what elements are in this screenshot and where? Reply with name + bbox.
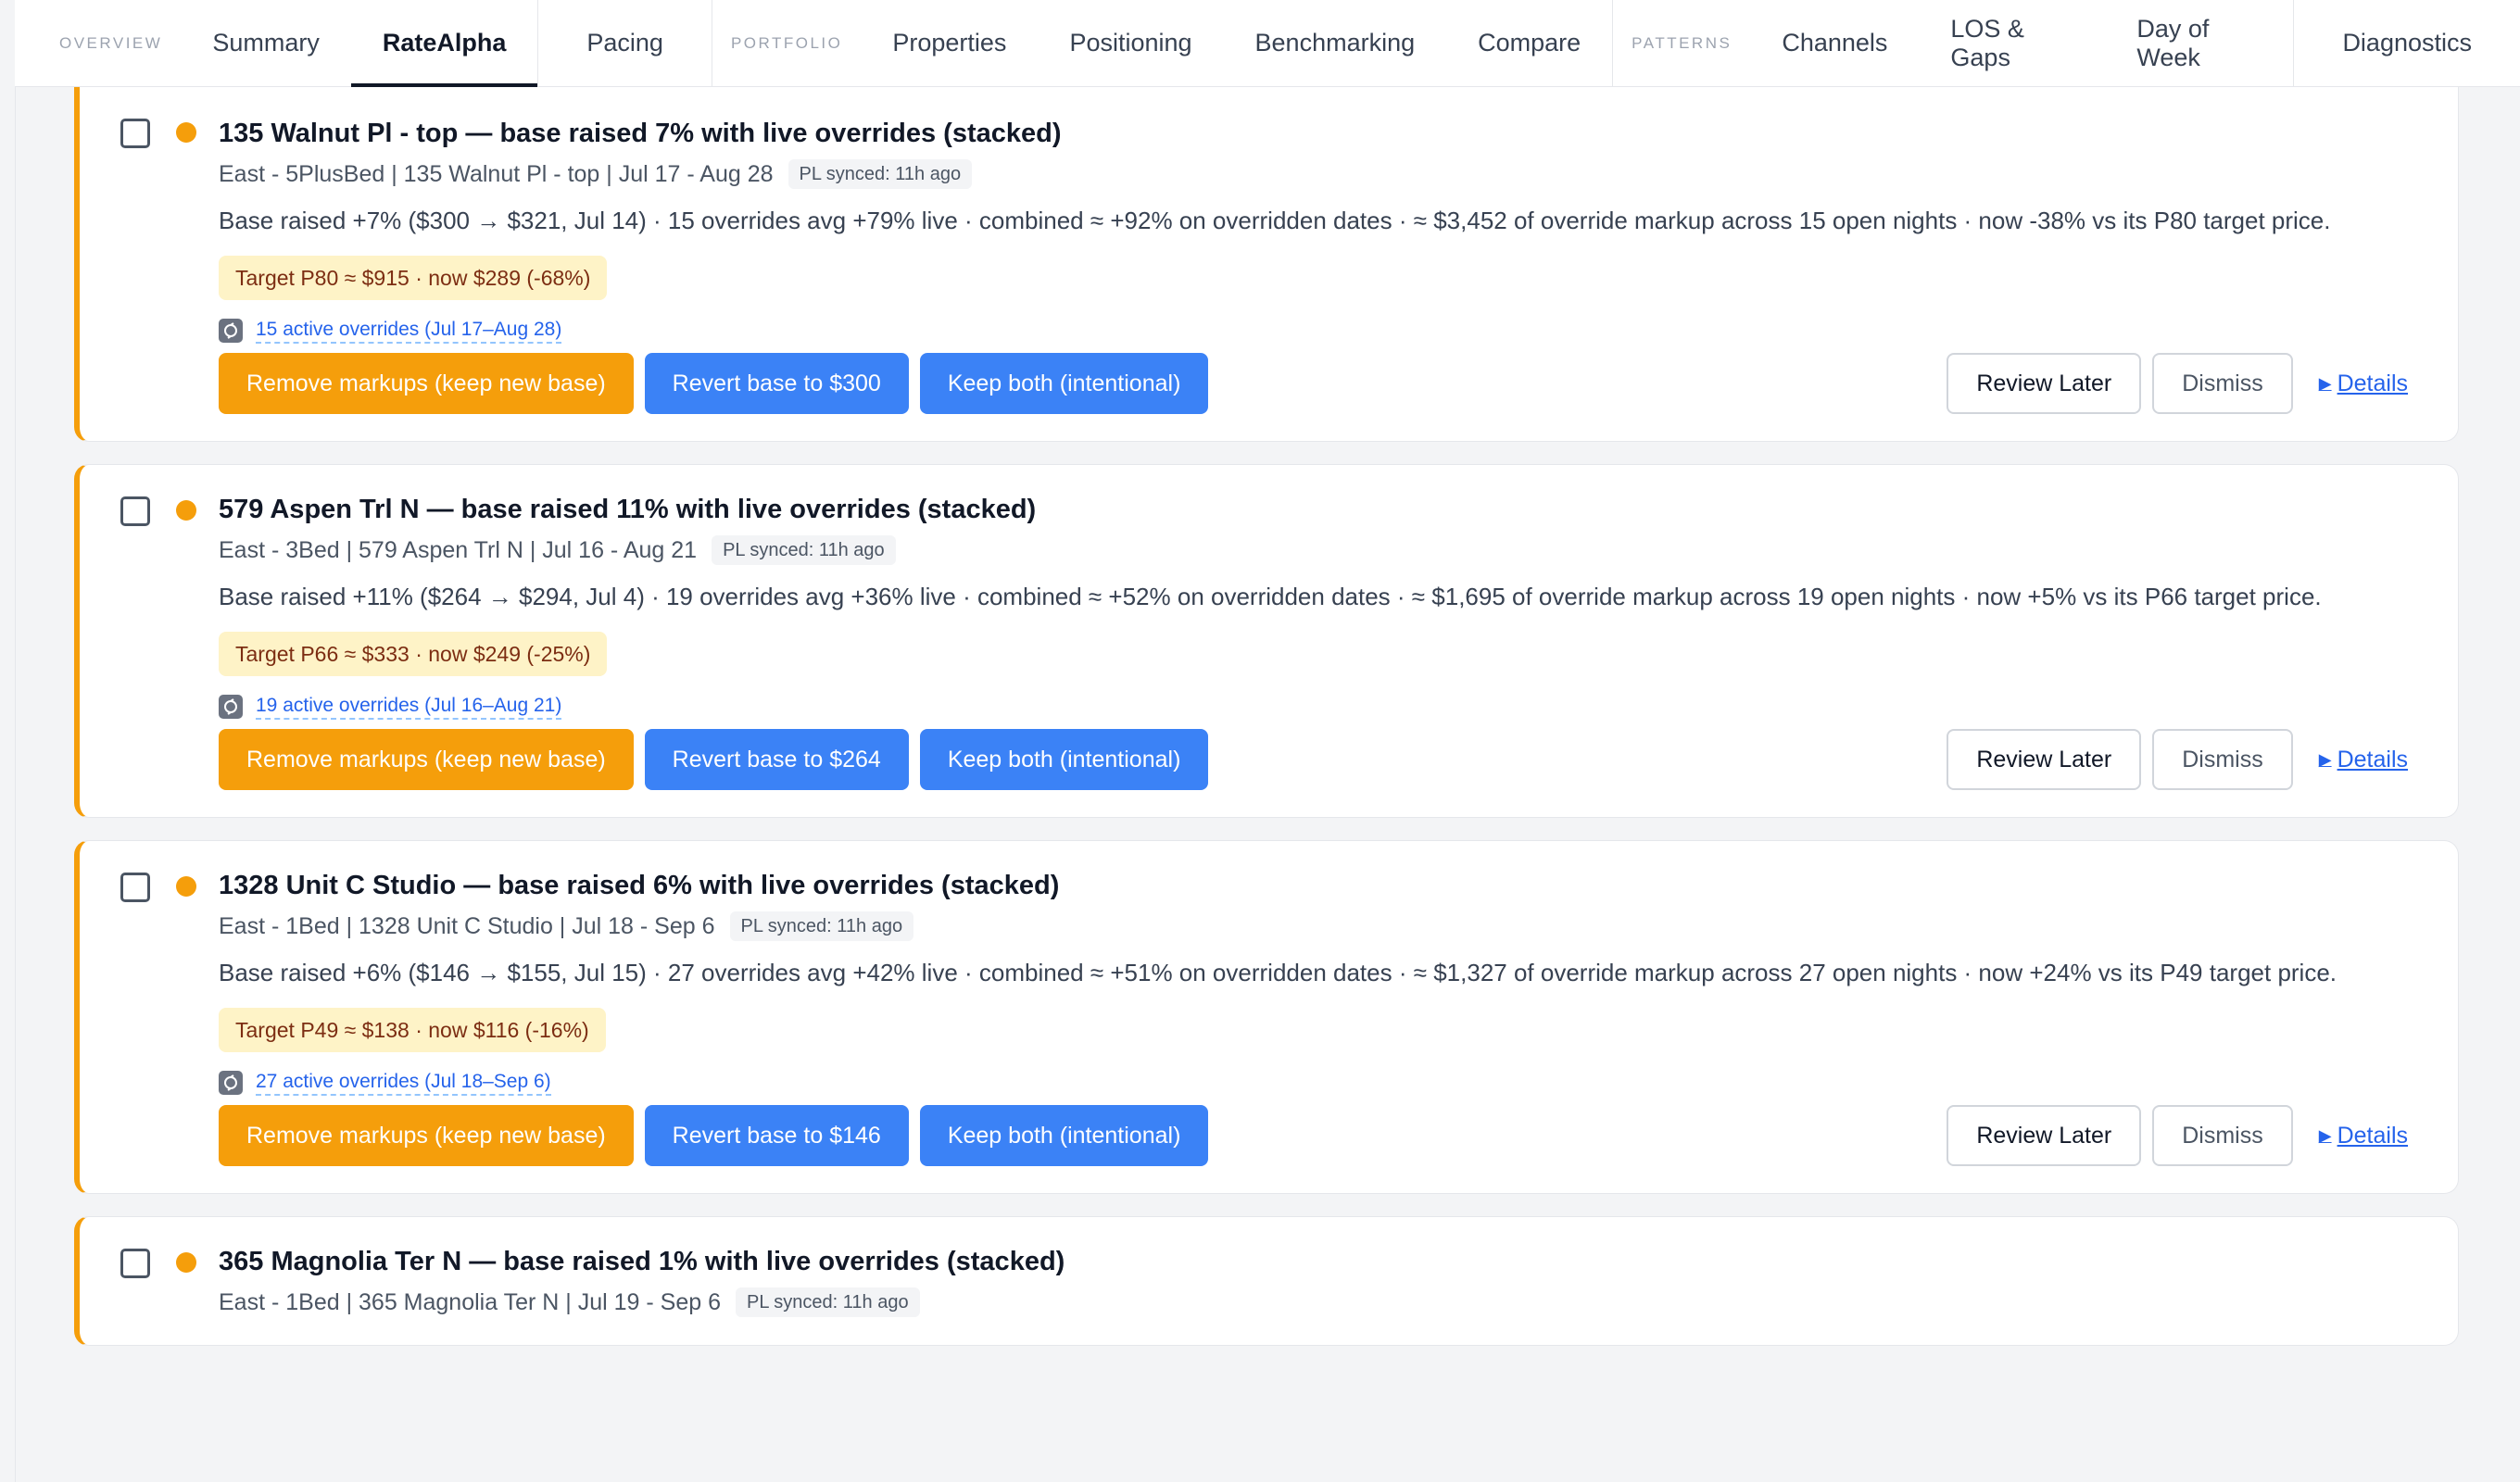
tab-summary[interactable]: Summary <box>181 0 351 86</box>
keep-both-button[interactable]: Keep both (intentional) <box>919 729 1209 790</box>
select-checkbox[interactable] <box>120 1249 150 1278</box>
target-badge: Target P66 ≈ $333 · now $249 (-25%) <box>219 632 608 676</box>
card-actions: Remove markups (keep new base) Revert ba… <box>219 728 2412 791</box>
card-description: Base raised +7% ($300 → $321, Jul 14) · … <box>219 207 2331 234</box>
remove-markups-button[interactable]: Remove markups (keep new base) <box>219 353 634 414</box>
details-link[interactable]: ▶ Details <box>2319 370 2408 397</box>
tab-los-gaps[interactable]: LOS & Gaps <box>1919 0 2105 86</box>
card-title: 1328 Unit C Studio — base raised 6% with… <box>219 871 1060 900</box>
overrides-link[interactable]: 27 active overrides (Jul 18–Sep 6) <box>256 1070 551 1096</box>
sync-badge: PL synced: 11h ago <box>729 911 914 941</box>
target-badge: Target P80 ≈ $915 · now $289 (-68%) <box>219 256 608 300</box>
override-row: 19 active overrides (Jul 16–Aug 21) <box>219 693 2412 721</box>
overrides-link[interactable]: 19 active overrides (Jul 16–Aug 21) <box>256 694 562 720</box>
keep-both-button[interactable]: Keep both (intentional) <box>919 1105 1209 1166</box>
nav-group-patterns: PATTERNS Channels LOS & Gaps Day of Week <box>1612 0 2293 86</box>
keep-both-button[interactable]: Keep both (intentional) <box>919 353 1209 414</box>
meta-text: East - 1Bed | 1328 Unit C Studio | Jul 1… <box>219 913 715 939</box>
override-row: 27 active overrides (Jul 18–Sep 6) <box>219 1069 2412 1097</box>
nav-group-diagnostics: Diagnostics <box>2293 0 2520 86</box>
alert-card: 135 Walnut Pl - top — base raised 7% wit… <box>74 87 2459 442</box>
card-description: Base raised +6% ($146 → $155, Jul 15) · … <box>219 959 2337 986</box>
card-actions: Remove markups (keep new base) Revert ba… <box>219 1104 2412 1167</box>
tab-benchmarking[interactable]: Benchmarking <box>1224 0 1447 86</box>
severity-dot <box>176 876 196 897</box>
revert-base-button[interactable]: Revert base to $264 <box>644 729 909 790</box>
details-link[interactable]: ▶ Details <box>2319 747 2408 773</box>
severity-dot <box>176 122 196 143</box>
card-description: Base raised +11% ($264 → $294, Jul 4) · … <box>219 583 2322 610</box>
tab-pacing[interactable]: Pacing <box>538 0 712 86</box>
revert-base-button[interactable]: Revert base to $146 <box>644 1105 909 1166</box>
meta-text: East - 5PlusBed | 135 Walnut Pl - top | … <box>219 161 774 187</box>
tab-properties[interactable]: Properties <box>861 0 1038 86</box>
card-title: 579 Aspen Trl N — base raised 11% with l… <box>219 495 1037 524</box>
card-title: 135 Walnut Pl - top — base raised 7% wit… <box>219 119 1062 148</box>
details-label: Details <box>2337 370 2408 396</box>
alert-list: 135 Walnut Pl - top — base raised 7% wit… <box>74 87 2459 1368</box>
nav-group-pacing: Pacing <box>537 0 712 86</box>
top-nav: OVERVIEW Summary RateAlpha Pacing PORTFO… <box>15 0 2520 87</box>
sync-badge: PL synced: 11h ago <box>788 159 973 189</box>
calendar-sync-icon <box>219 1071 243 1095</box>
remove-markups-button[interactable]: Remove markups (keep new base) <box>219 1105 634 1166</box>
nav-group-portfolio: PORTFOLIO Properties Positioning Benchma… <box>711 0 1612 86</box>
triangle-right-icon: ▶ <box>2318 373 2332 393</box>
alert-card: 365 Magnolia Ter N — base raised 1% with… <box>74 1216 2459 1346</box>
triangle-right-icon: ▶ <box>2318 749 2332 769</box>
overrides-link[interactable]: 15 active overrides (Jul 17–Aug 28) <box>256 318 562 344</box>
triangle-right-icon: ▶ <box>2318 1125 2332 1145</box>
nav-section-label: PORTFOLIO <box>730 33 843 52</box>
tab-ratealpha[interactable]: RateAlpha <box>350 0 538 87</box>
tab-diagnostics[interactable]: Diagnostics <box>2294 0 2520 86</box>
card-actions: Remove markups (keep new base) Revert ba… <box>219 352 2412 415</box>
card-meta: East - 5PlusBed | 135 Walnut Pl - top | … <box>219 157 2412 191</box>
severity-dot <box>176 500 196 521</box>
nav-group-overview: OVERVIEW Summary RateAlpha <box>15 0 538 87</box>
select-checkbox[interactable] <box>120 119 150 148</box>
remove-markups-button[interactable]: Remove markups (keep new base) <box>219 729 634 790</box>
sync-badge: PL synced: 11h ago <box>736 1287 920 1317</box>
tab-day-of-week[interactable]: Day of Week <box>2105 0 2293 86</box>
target-badge: Target P49 ≈ $138 · now $116 (-16%) <box>219 1008 606 1052</box>
tab-compare[interactable]: Compare <box>1446 0 1612 86</box>
card-meta: East - 1Bed | 365 Magnolia Ter N | Jul 1… <box>219 1286 2412 1319</box>
override-row: 15 active overrides (Jul 17–Aug 28) <box>219 317 2412 345</box>
card-meta: East - 1Bed | 1328 Unit C Studio | Jul 1… <box>219 910 2412 943</box>
revert-base-button[interactable]: Revert base to $300 <box>644 353 909 414</box>
dismiss-button[interactable]: Dismiss <box>2152 1105 2293 1166</box>
details-label: Details <box>2337 1122 2408 1149</box>
dismiss-button[interactable]: Dismiss <box>2152 353 2293 414</box>
details-link[interactable]: ▶ Details <box>2319 1123 2408 1149</box>
review-later-button[interactable]: Review Later <box>1947 729 2142 790</box>
details-label: Details <box>2337 746 2408 772</box>
calendar-sync-icon <box>219 695 243 719</box>
review-later-button[interactable]: Review Later <box>1947 1105 2142 1166</box>
tab-positioning[interactable]: Positioning <box>1038 0 1223 86</box>
sync-badge: PL synced: 11h ago <box>712 535 896 565</box>
alert-card: 579 Aspen Trl N — base raised 11% with l… <box>74 464 2459 818</box>
dismiss-button[interactable]: Dismiss <box>2152 729 2293 790</box>
calendar-sync-icon <box>219 319 243 343</box>
meta-text: East - 1Bed | 365 Magnolia Ter N | Jul 1… <box>219 1289 721 1315</box>
nav-section-label: OVERVIEW <box>59 33 163 52</box>
nav-section-label: PATTERNS <box>1632 33 1732 52</box>
card-title: 365 Magnolia Ter N — base raised 1% with… <box>219 1247 1065 1276</box>
review-later-button[interactable]: Review Later <box>1947 353 2142 414</box>
meta-text: East - 3Bed | 579 Aspen Trl N | Jul 16 -… <box>219 537 698 563</box>
select-checkbox[interactable] <box>120 873 150 902</box>
tab-channels[interactable]: Channels <box>1750 0 1919 86</box>
card-meta: East - 3Bed | 579 Aspen Trl N | Jul 16 -… <box>219 534 2412 567</box>
severity-dot <box>176 1252 196 1273</box>
alert-card: 1328 Unit C Studio — base raised 6% with… <box>74 840 2459 1194</box>
select-checkbox[interactable] <box>120 496 150 526</box>
